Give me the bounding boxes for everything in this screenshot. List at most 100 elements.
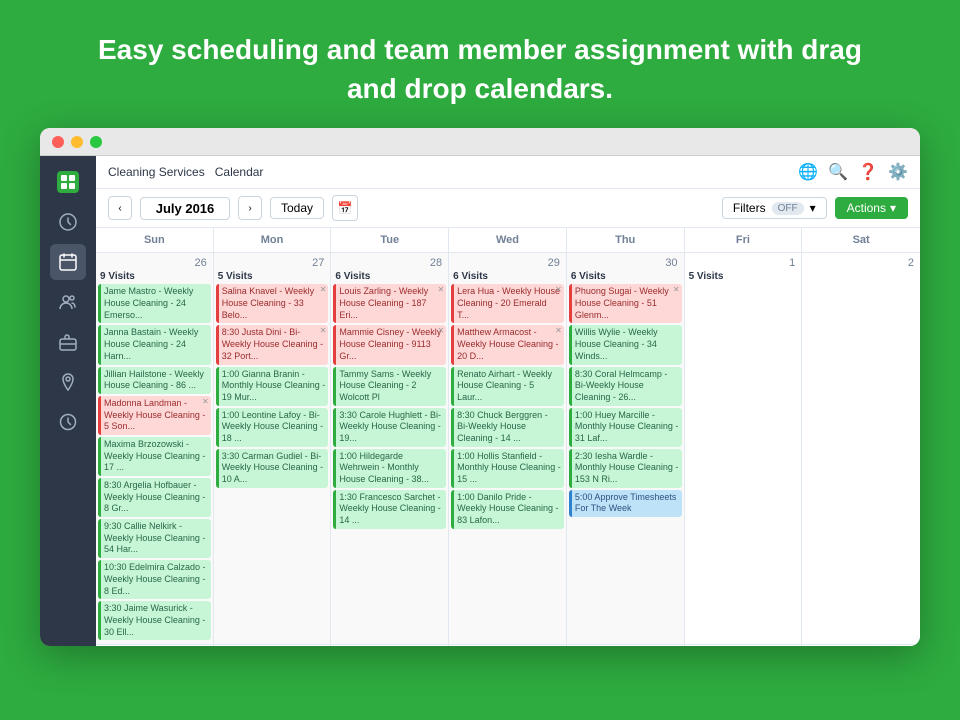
top-bar: Cleaning Services Calendar 🌐 🔍 ❓ ⚙️	[96, 156, 920, 189]
prev-month-button[interactable]: ‹	[108, 196, 132, 220]
day-cell-4: 4 2 Visits 8:30 Adelle Nitcher - Bi-Week…	[214, 645, 332, 646]
event[interactable]: 1:30 Francesco Sarchet - Weekly House Cl…	[333, 490, 446, 529]
event[interactable]: 8:30 Chuck Berggren - Bi-Weekly House Cl…	[451, 408, 564, 447]
maximize-dot[interactable]	[90, 136, 102, 148]
sidebar-icon-dashboard[interactable]	[50, 204, 86, 240]
app-shell: Cleaning Services Calendar 🌐 🔍 ❓ ⚙️ ‹ Ju…	[40, 156, 920, 646]
event[interactable]: Maxima Brzozowski - Weekly House Cleanin…	[98, 437, 211, 476]
event[interactable]: Janna Bastain - Weekly House Cleaning - …	[98, 325, 211, 364]
search-icon[interactable]: 🔍	[828, 162, 848, 182]
day-header-tue: Tue	[331, 228, 449, 252]
event[interactable]: 8:30 Justa Dini - Bi-Weekly House Cleani…	[216, 325, 329, 364]
day-header-fri: Fri	[685, 228, 803, 252]
app-window: Cleaning Services Calendar 🌐 🔍 ❓ ⚙️ ‹ Ju…	[40, 128, 920, 646]
sidebar-icon-clock[interactable]	[50, 404, 86, 440]
calendar-header: ‹ July 2016 › Today 📅 Filters OFF ▾ Acti…	[96, 189, 920, 228]
day-number: 30	[569, 255, 682, 271]
event[interactable]: 8:30 Coral Helmcamp - Bi-Weekly House Cl…	[569, 367, 682, 406]
day-header-sat: Sat	[802, 228, 920, 252]
event[interactable]: Matthew Armacost - Weekly House Cleaning…	[451, 325, 564, 364]
day-headers: Sun Mon Tue Wed Thu Fri Sat	[96, 228, 920, 253]
next-month-button[interactable]: ›	[238, 196, 262, 220]
day-header-thu: Thu	[567, 228, 685, 252]
topbar-icons: 🌐 🔍 ❓ ⚙️	[798, 162, 908, 182]
actions-label: Actions	[847, 201, 886, 215]
hero-title: Easy scheduling and team member assignme…	[80, 30, 880, 108]
filters-chevron-icon: ▾	[810, 201, 816, 215]
today-button[interactable]: Today	[270, 197, 324, 219]
visit-count: 5 Visits	[216, 271, 329, 282]
event[interactable]: 2:30 Iesha Wardle - Monthly House Cleani…	[569, 449, 682, 488]
event[interactable]: 1:00 Hildegarde Wehrwein - Monthly House…	[333, 449, 446, 488]
event[interactable]: Madonna Landman - Weekly House Cleaning …	[98, 396, 211, 435]
day-header-mon: Mon	[214, 228, 332, 252]
day-cell-29: 29 6 Visits Lera Hua - Weekly House Clea…	[449, 253, 567, 644]
day-cell-2: 2	[802, 253, 920, 644]
event[interactable]: Mammie Cisney - Weekly House Cleaning - …	[333, 325, 446, 364]
filters-button[interactable]: Filters OFF ▾	[722, 197, 827, 219]
event[interactable]: 3:30 Jaime Wasurick - Weekly House Clean…	[98, 601, 211, 640]
calendar-view-button[interactable]: 📅	[332, 195, 358, 221]
day-cell-9: 9	[802, 645, 920, 646]
day-cell-27: 27 5 Visits Salina Knavel - Weekly House…	[214, 253, 332, 644]
filters-toggle[interactable]: OFF	[772, 202, 804, 215]
globe-icon[interactable]: 🌐	[798, 162, 818, 182]
day-number: 27	[216, 255, 329, 271]
event[interactable]: 1:00 Hollis Stanfield - Monthly House Cl…	[451, 449, 564, 488]
day-cell-26: 26 9 Visits Jame Mastro - Weekly House C…	[96, 253, 214, 644]
event[interactable]: 10:30 Edelmira Calzado - Weekly House Cl…	[98, 560, 211, 599]
month-display: July 2016	[140, 197, 230, 220]
filters-label: Filters	[733, 201, 766, 215]
event[interactable]: 3:30 Carman Gudiel - Bi-Weekly House Cle…	[216, 449, 329, 488]
event[interactable]: 1:00 Huey Marcille - Monthly House Clean…	[569, 408, 682, 447]
minimize-dot[interactable]	[71, 136, 83, 148]
day-number: 29	[451, 255, 564, 271]
event[interactable]: Phuong Sugai - Weekly House Cleaning - 5…	[569, 284, 682, 323]
event[interactable]: 9:30 Callie Nelkirk - Weekly House Clean…	[98, 519, 211, 558]
day-number: 1	[687, 255, 800, 271]
week-row-1: 26 9 Visits Jame Mastro - Weekly House C…	[96, 253, 920, 645]
event[interactable]: Louis Zarling - Weekly House Cleaning - …	[333, 284, 446, 323]
event[interactable]: 5:00 Approve Timesheets For The Week	[569, 490, 682, 517]
day-number: 28	[333, 255, 446, 271]
sidebar-icon-briefcase[interactable]	[50, 324, 86, 360]
settings-icon[interactable]: ⚙️	[888, 162, 908, 182]
hero-section: Easy scheduling and team member assignme…	[0, 0, 960, 128]
help-icon[interactable]: ❓	[858, 162, 878, 182]
sidebar	[40, 156, 96, 646]
day-cell-30: 30 6 Visits Phuong Sugai - Weekly House …	[567, 253, 685, 644]
day-cell-6: 6 2 Visits 8:30 Boris Latif - Bi-Weekly …	[449, 645, 567, 646]
event[interactable]: Lera Hua - Weekly House Cleaning - 20 Em…	[451, 284, 564, 323]
visit-count: 6 Visits	[569, 271, 682, 282]
sidebar-icon-location[interactable]	[50, 364, 86, 400]
event[interactable]: Jame Mastro - Weekly House Cleaning - 24…	[98, 284, 211, 323]
sidebar-icon-people[interactable]	[50, 284, 86, 320]
close-dot[interactable]	[52, 136, 64, 148]
sidebar-icon-logo[interactable]	[50, 164, 86, 200]
event[interactable]: Salina Knavel - Weekly House Cleaning - …	[216, 284, 329, 323]
sidebar-icon-calendar[interactable]	[50, 244, 86, 280]
day-cell-3: 3 20 Visits Jame Mastro - Weekly House C…	[96, 645, 214, 646]
actions-button[interactable]: Actions ▾	[835, 197, 908, 219]
event[interactable]: Willis Wylie - Weekly House Cleaning - 3…	[569, 325, 682, 364]
visit-count: 5 Visits	[687, 271, 800, 282]
day-cell-7: 7 2 Visits 8:30 Belen Nelton - Bi-Weekly…	[567, 645, 685, 646]
event[interactable]: 1:00 Leontine Lafoy - Bi-Weekly House Cl…	[216, 408, 329, 447]
day-number: 2	[804, 255, 918, 271]
visit-count: 6 Visits	[451, 271, 564, 282]
calendar-grid: Sun Mon Tue Wed Thu Fri Sat 26 9 Visits …	[96, 228, 920, 646]
title-bar	[40, 128, 920, 156]
day-cell-5: 5 2 Visits 8:30 Agustin Lakatos - Bi-Wee…	[331, 645, 449, 646]
day-cell-28: 28 6 Visits Louis Zarling - Weekly House…	[331, 253, 449, 644]
breadcrumb-current: Calendar	[215, 165, 264, 179]
visit-count: 9 Visits	[98, 271, 211, 282]
breadcrumb: Cleaning Services Calendar	[108, 165, 263, 179]
event[interactable]: Renato Airhart - Weekly House Cleaning -…	[451, 367, 564, 406]
event[interactable]: 3:30 Carole Hughlett - Bi-Weekly House C…	[333, 408, 446, 447]
event[interactable]: Jillian Hailstone - Weekly House Cleanin…	[98, 367, 211, 394]
event[interactable]: Tammy Sams - Weekly House Cleaning - 2 W…	[333, 367, 446, 406]
event[interactable]: 1:00 Gianna Branin - Monthly House Clean…	[216, 367, 329, 406]
visit-count: 6 Visits	[333, 271, 446, 282]
event[interactable]: 1:00 Danilo Pride - Weekly House Cleanin…	[451, 490, 564, 529]
event[interactable]: 8:30 Argelia Hofbauer - Weekly House Cle…	[98, 478, 211, 517]
